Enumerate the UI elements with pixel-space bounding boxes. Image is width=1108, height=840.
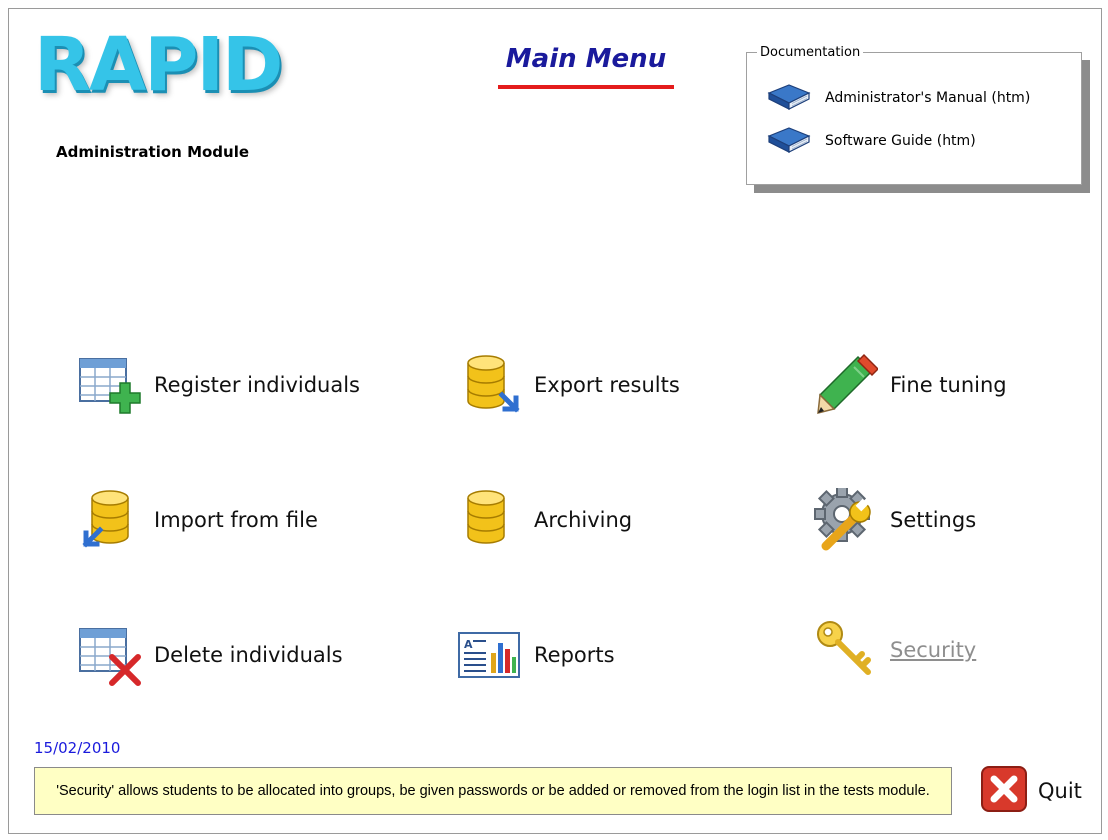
documentation-group: Documentation Administrator's Manual (ht… [746,45,1082,185]
delete-individuals-button[interactable]: Delete individuals [78,623,343,687]
status-message: 'Security' allows students to be allocat… [34,767,952,815]
doc-link-admin-manual[interactable]: Administrator's Manual (htm) [767,83,1030,113]
report-chart-icon: A [458,623,522,687]
doc-link-label: Software Guide (htm) [825,133,976,149]
book-icon [767,81,811,115]
reports-label: Reports [534,643,615,667]
security-button[interactable]: Security [814,618,976,682]
close-icon [980,765,1028,817]
keys-icon [814,618,878,682]
reports-button[interactable]: A Reports [458,623,615,687]
settings-button[interactable]: Settings [814,486,977,552]
archiving-button[interactable]: Archiving [458,488,632,552]
table-add-icon [78,353,142,417]
import-from-file-button[interactable]: Import from file [78,488,318,552]
title-underline [498,85,674,89]
settings-label: Settings [890,508,977,532]
export-results-label: Export results [534,373,680,397]
documentation-legend: Documentation [757,45,864,60]
date-label: 15/02/2010 [34,739,121,757]
rapid-logo: RAPID [34,22,324,118]
fine-tuning-label: Fine tuning [890,373,1007,397]
delete-individuals-label: Delete individuals [154,643,343,667]
book-icon [767,124,811,158]
archiving-label: Archiving [534,508,633,532]
doc-link-software-guide[interactable]: Software Guide (htm) [767,126,976,156]
quit-label: Quit [1038,779,1082,803]
database-icon [458,488,522,552]
import-from-file-label: Import from file [154,508,318,532]
svg-text:A: A [464,638,473,651]
register-individuals-label: Register individuals [154,373,360,397]
database-export-icon [458,353,522,417]
database-import-icon [78,488,142,552]
register-individuals-button[interactable]: Register individuals [78,353,360,417]
doc-link-label: Administrator's Manual (htm) [825,90,1031,106]
export-results-button[interactable]: Export results [458,353,680,417]
module-label: Administration Module [56,143,250,161]
table-delete-icon [78,623,142,687]
quit-button[interactable]: Quit [980,765,1082,817]
logo-text: RAPID [34,22,283,108]
page-title: Main Menu [505,44,667,74]
pencil-icon [814,353,880,417]
gear-wrench-icon [814,486,878,552]
security-label: Security [890,638,977,662]
fine-tuning-button[interactable]: Fine tuning [814,353,1007,417]
